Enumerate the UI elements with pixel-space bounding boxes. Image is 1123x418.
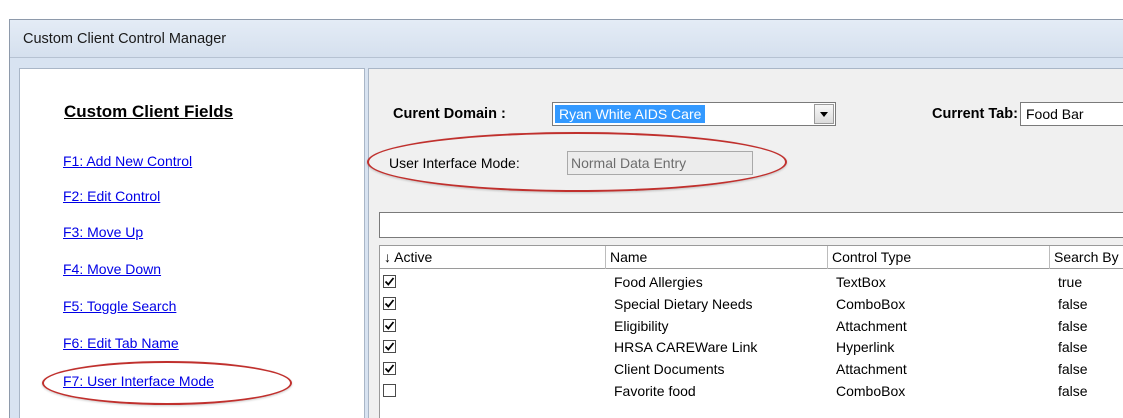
active-checkbox[interactable] — [383, 362, 396, 376]
window-title: Custom Client Control Manager — [23, 31, 227, 47]
control-type-cell: ComboBox — [836, 295, 906, 312]
tab-field[interactable]: Food Bar — [1020, 102, 1123, 126]
table-row[interactable]: Special Dietary Needs ComboBox false — [380, 294, 1123, 315]
control-type-cell: TextBox — [836, 274, 886, 290]
search-by-cell: false — [1058, 339, 1088, 356]
search-by-cell: true — [1058, 274, 1083, 290]
check-icon — [384, 321, 395, 330]
active-checkbox[interactable] — [383, 296, 396, 310]
edit-tab-name-link[interactable]: F6: Edit Tab Name — [63, 335, 179, 351]
column-header-search-by[interactable]: Search By — [1050, 246, 1123, 269]
title-bar[interactable]: Custom Client Control Manager — [10, 20, 1123, 58]
edit-control-link[interactable]: F2: Edit Control — [63, 188, 160, 204]
table-row[interactable]: HRSA CAREWare Link Hyperlink false — [380, 337, 1123, 358]
main-panel: Curent Domain : Ryan White AIDS Care Cur… — [367, 68, 1123, 418]
active-checkbox[interactable] — [383, 275, 396, 288]
filter-input[interactable] — [379, 212, 1123, 238]
annotation-oval-sidebar — [42, 361, 292, 405]
dropdown-arrow-icon[interactable] — [814, 104, 834, 124]
control-type-cell: Attachment — [836, 317, 907, 334]
control-type-cell: Hyperlink — [836, 339, 895, 356]
active-checkbox[interactable] — [383, 340, 396, 354]
name-cell: Food Allergies — [614, 274, 703, 290]
domain-selected-value: Ryan White AIDS Care — [555, 105, 706, 123]
column-header-active[interactable]: ↓ Active — [380, 246, 606, 269]
search-by-cell: false — [1058, 383, 1088, 399]
sidebar-title: Custom Client Fields — [64, 102, 234, 121]
toggle-search-link[interactable]: F5: Toggle Search — [63, 298, 176, 314]
app-window: Custom Client Control Manager Custom Cli… — [9, 19, 1123, 418]
check-icon — [384, 299, 395, 308]
column-header-control-type[interactable]: Control Type — [828, 246, 1050, 269]
column-header-name[interactable]: Name — [606, 246, 828, 269]
add-new-control-link[interactable]: F1: Add New Control — [63, 153, 192, 169]
table-row[interactable]: Favorite food ComboBox false — [380, 381, 1123, 402]
active-checkbox[interactable] — [383, 384, 396, 397]
active-checkbox[interactable] — [383, 318, 396, 332]
controls-grid: ↓ Active Name Control Type Search By Foo… — [379, 245, 1123, 418]
check-icon — [384, 342, 395, 352]
domain-label: Curent Domain : — [393, 106, 506, 122]
tab-value: Food Bar — [1026, 106, 1084, 122]
sidebar: Custom Client Fields F1: Add New Control… — [19, 68, 365, 418]
name-cell: Eligibility — [614, 317, 669, 334]
name-cell: Client Documents — [614, 361, 725, 378]
table-row[interactable]: Food Allergies TextBox true — [380, 272, 1123, 293]
control-type-cell: Attachment — [836, 361, 907, 378]
name-cell: Favorite food — [614, 383, 696, 399]
name-cell: HRSA CAREWare Link — [614, 339, 758, 356]
search-by-cell: false — [1058, 295, 1088, 312]
check-icon — [384, 277, 395, 286]
search-by-cell: false — [1058, 317, 1088, 334]
search-by-cell: false — [1058, 361, 1088, 378]
domain-dropdown[interactable]: Ryan White AIDS Care — [552, 102, 836, 126]
sort-desc-icon: ↓ — [384, 249, 391, 265]
tab-label: Current Tab: — [932, 106, 1018, 122]
column-header-active-label: Active — [394, 249, 433, 265]
table-row[interactable]: Client Documents Attachment false — [380, 359, 1123, 380]
annotation-oval-ui-mode — [367, 132, 787, 192]
move-down-link[interactable]: F4: Move Down — [63, 261, 161, 277]
control-type-cell: ComboBox — [836, 383, 906, 399]
window-body: Custom Client Fields F1: Add New Control… — [10, 58, 1123, 418]
name-cell: Special Dietary Needs — [614, 295, 753, 312]
grid-header: ↓ Active Name Control Type Search By — [380, 246, 1123, 269]
move-up-link[interactable]: F3: Move Up — [63, 224, 143, 240]
table-row[interactable]: Eligibility Attachment false — [380, 316, 1123, 337]
check-icon — [384, 364, 395, 374]
